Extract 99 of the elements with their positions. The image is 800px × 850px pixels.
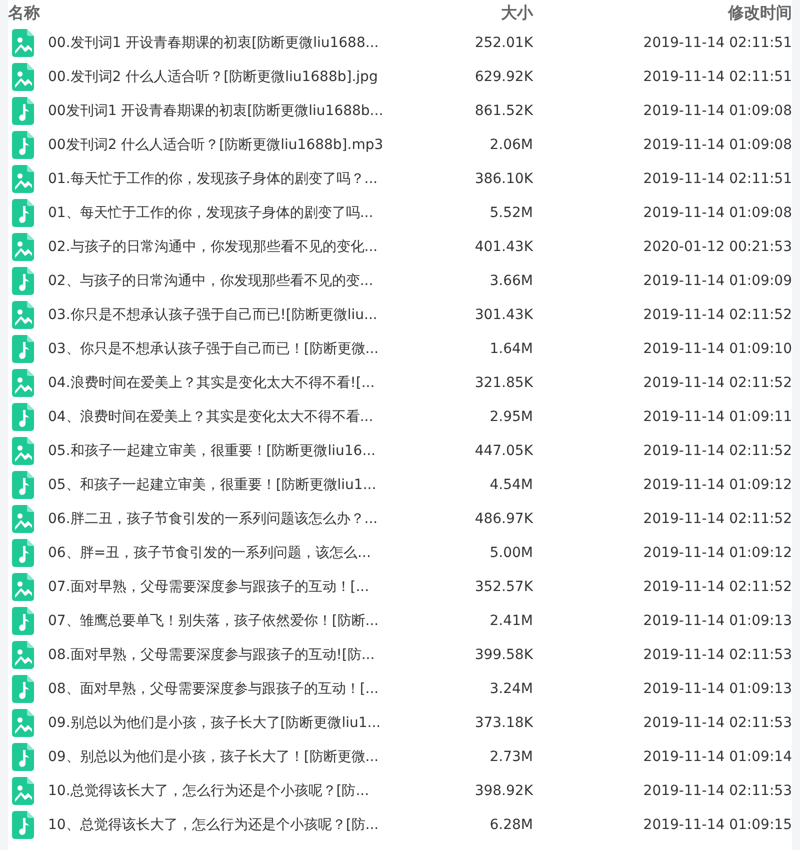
file-size: 4.54M bbox=[490, 476, 533, 492]
music-file-icon bbox=[12, 199, 34, 227]
file-size: 321.85K bbox=[474, 374, 533, 390]
music-file-icon bbox=[12, 607, 34, 635]
file-name[interactable]: 04、浪费时间在爱美上？其实是变化太大不得不看... bbox=[48, 406, 374, 428]
modified-time: 2019-11-14 02:11:52 bbox=[643, 578, 792, 594]
modified-time: 2019-11-14 02:11:52 bbox=[643, 306, 792, 322]
file-size: 5.52M bbox=[490, 204, 533, 220]
modified-time: 2019-11-14 01:09:09 bbox=[643, 272, 792, 288]
modified-time: 2019-11-14 01:09:12 bbox=[643, 544, 792, 560]
file-name[interactable]: 10、总觉得该长大了，怎么行为还是个小孩呢？[防... bbox=[48, 814, 379, 836]
file-size: 3.24M bbox=[490, 680, 533, 696]
modified-time: 2019-11-14 02:11:51 bbox=[643, 170, 792, 186]
music-file-icon bbox=[12, 131, 34, 159]
modified-time: 2019-11-14 01:09:08 bbox=[643, 102, 792, 118]
file-name[interactable]: 00发刊词2 什么人适合听？[防断更微liu1688b].mp3 bbox=[48, 134, 384, 156]
file-size: 301.43K bbox=[474, 306, 533, 322]
modified-time: 2019-11-14 01:09:13 bbox=[643, 680, 792, 696]
file-size: 2.06M bbox=[490, 136, 533, 152]
column-header[interactable]: 大小 bbox=[501, 3, 533, 22]
image-file-icon bbox=[12, 29, 34, 57]
file-name[interactable]: 06、胖=丑，孩子节食引发的一系列问题，该怎么... bbox=[48, 542, 371, 564]
music-file-icon bbox=[12, 403, 34, 431]
image-file-icon bbox=[12, 437, 34, 465]
file-name[interactable]: 03、你只是不想承认孩子强于自己而已！[防断更微... bbox=[48, 338, 379, 360]
image-file-icon bbox=[12, 233, 34, 261]
file-size: 1.64M bbox=[490, 340, 533, 356]
modified-time: 2019-11-14 02:11:52 bbox=[643, 510, 792, 526]
file-size: 2.95M bbox=[490, 408, 533, 424]
file-name[interactable]: 06.胖二丑，孩子节食引发的一系列问题该怎么办？... bbox=[48, 508, 378, 530]
file-size: 486.97K bbox=[474, 510, 533, 526]
music-file-icon bbox=[12, 97, 34, 125]
file-size: 447.05K bbox=[474, 442, 533, 458]
file-size: 352.57K bbox=[474, 578, 533, 594]
modified-time: 2019-11-14 01:09:13 bbox=[643, 612, 792, 628]
file-name[interactable]: 08、面对早熟，父母需要深度参与跟孩子的互动！[... bbox=[48, 678, 379, 700]
file-name[interactable]: 08.面对早熟，父母需要深度参与跟孩子的互动![防... bbox=[48, 644, 375, 666]
file-name[interactable]: 05.和孩子一起建立审美，很重要！[防断更微liu16... bbox=[48, 440, 376, 462]
file-name[interactable]: 07、雏鹰总要单飞！别失落，孩子依然爱你！[防断... bbox=[48, 610, 379, 632]
file-size: 629.92K bbox=[474, 68, 533, 84]
modified-time: 2019-11-14 01:09:08 bbox=[643, 136, 792, 152]
column-header[interactable]: 名称 bbox=[8, 1, 40, 25]
music-file-icon bbox=[12, 539, 34, 567]
file-name[interactable]: 00.发刊词1 开设青春期课的初衷[防断更微liu1688... bbox=[48, 32, 379, 54]
file-size: 386.10K bbox=[474, 170, 533, 186]
file-size: 5.00M bbox=[490, 544, 533, 560]
modified-time: 2019-11-14 01:09:14 bbox=[643, 748, 792, 764]
column-header[interactable]: 修改时间 bbox=[728, 3, 792, 22]
music-file-icon bbox=[12, 335, 34, 363]
file-name[interactable]: 09.别总以为他们是小孩，孩子长大了[防断更微liu1... bbox=[48, 712, 381, 734]
file-size: 398.92K bbox=[474, 782, 533, 798]
file-name[interactable]: 05、和孩子一起建立审美，很重要！[防断更微liu1... bbox=[48, 474, 376, 496]
file-name[interactable]: 00.发刊词2 什么人适合听？[防断更微liu1688b].jpg bbox=[48, 66, 378, 88]
modified-time: 2019-11-14 02:11:53 bbox=[643, 646, 792, 662]
file-name[interactable]: 01、每天忙于工作的你，发现孩子身体的剧变了吗... bbox=[48, 202, 374, 224]
file-name[interactable]: 07.面对早熟，父母需要深度参与跟孩子的互动！[... bbox=[48, 576, 370, 598]
image-file-icon bbox=[12, 709, 34, 737]
modified-time: 2019-11-14 01:09:12 bbox=[643, 476, 792, 492]
image-file-icon bbox=[12, 505, 34, 533]
music-file-icon bbox=[12, 743, 34, 771]
image-file-icon bbox=[12, 63, 34, 91]
modified-time: 2019-11-14 02:11:51 bbox=[643, 34, 792, 50]
modified-time: 2019-11-14 01:09:08 bbox=[643, 204, 792, 220]
file-name[interactable]: 10.总觉得该长大了，怎么行为还是个小孩呢？[防... bbox=[48, 780, 370, 802]
file-name[interactable]: 02、与孩子的日常沟通中，你发现那些看不见的变... bbox=[48, 270, 374, 292]
modified-time: 2019-11-14 02:11:52 bbox=[643, 374, 792, 390]
file-size: 6.28M bbox=[490, 816, 533, 832]
modified-time: 2019-11-14 01:09:10 bbox=[643, 340, 792, 356]
file-name[interactable]: 01.每天忙于工作的你，发现孩子身体的剧变了吗？... bbox=[48, 168, 378, 190]
file-name[interactable]: 04.浪费时间在爱美上？其实是变化太大不得不看![... bbox=[48, 372, 375, 394]
file-size: 861.52K bbox=[474, 102, 533, 118]
file-size: 2.41M bbox=[490, 612, 533, 628]
modified-time: 2019-11-14 01:09:15 bbox=[643, 816, 792, 832]
file-name[interactable]: 02.与孩子的日常沟通中，你发现那些看不见的变化... bbox=[48, 236, 378, 258]
file-size: 401.43K bbox=[474, 238, 533, 254]
modified-time: 2020-01-12 00:21:53 bbox=[643, 238, 792, 254]
modified-time: 2019-11-14 02:11:51 bbox=[643, 68, 792, 84]
modified-time: 2019-11-14 02:11:52 bbox=[643, 442, 792, 458]
modified-time: 2019-11-14 02:11:53 bbox=[643, 714, 792, 730]
image-file-icon bbox=[12, 641, 34, 669]
music-file-icon bbox=[12, 267, 34, 295]
image-file-icon bbox=[12, 165, 34, 193]
file-name[interactable]: 09、别总以为他们是小孩，孩子长大了！[防断更微... bbox=[48, 746, 379, 768]
file-size: 3.66M bbox=[490, 272, 533, 288]
image-file-icon bbox=[12, 573, 34, 601]
music-file-icon bbox=[12, 471, 34, 499]
file-size: 2.73M bbox=[490, 748, 533, 764]
image-file-icon bbox=[12, 301, 34, 329]
file-size: 252.01K bbox=[474, 34, 533, 50]
file-name[interactable]: 03.你只是不想承认孩子强于自己而已![防断更微liu... bbox=[48, 304, 378, 326]
modified-time: 2019-11-14 02:11:53 bbox=[643, 782, 792, 798]
modified-time: 2019-11-14 01:09:11 bbox=[643, 408, 792, 424]
music-file-icon bbox=[12, 811, 34, 839]
file-size: 373.18K bbox=[474, 714, 533, 730]
image-file-icon bbox=[12, 777, 34, 805]
image-file-icon bbox=[12, 369, 34, 397]
file-name[interactable]: 00发刊词1 开设青春期课的初衷[防断更微liu1688b... bbox=[48, 100, 384, 122]
music-file-icon bbox=[12, 675, 34, 703]
file-size: 399.58K bbox=[474, 646, 533, 662]
